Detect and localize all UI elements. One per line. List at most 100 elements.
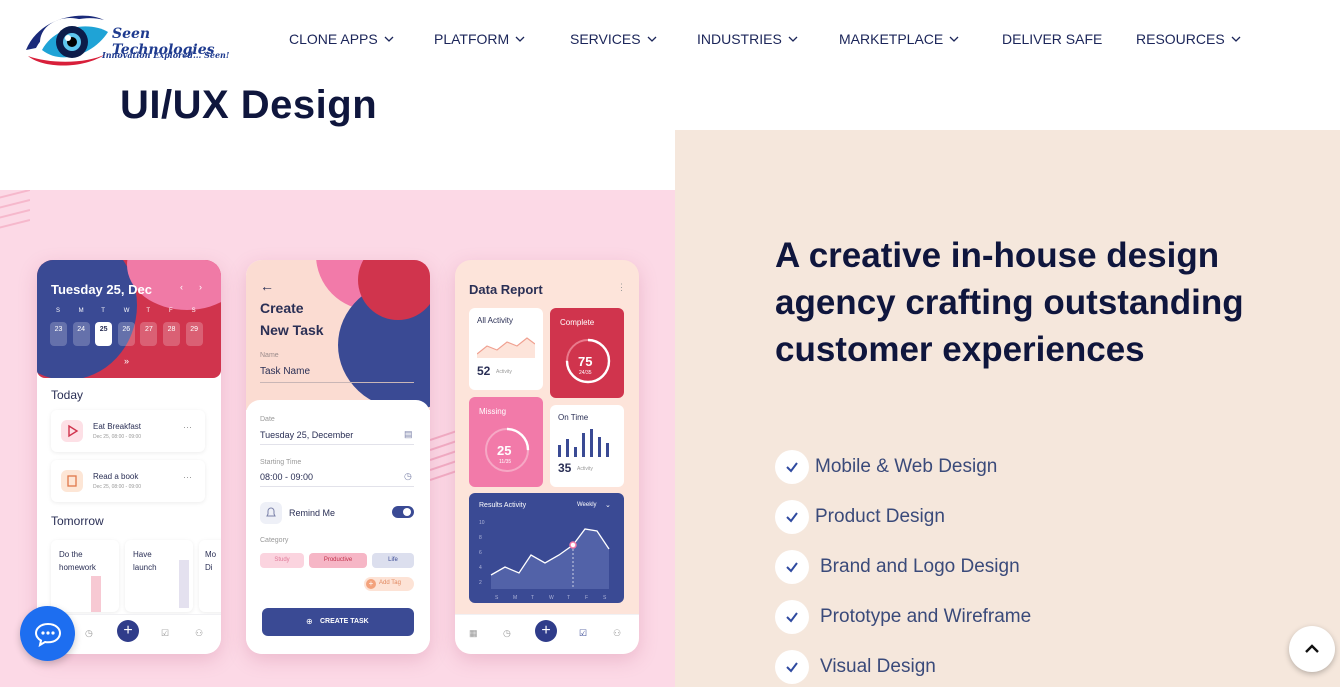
day-cell[interactable]: 29 — [185, 322, 203, 346]
feature-item: Brand and Logo Design — [775, 550, 1020, 584]
create-task-button[interactable]: ⊕ CREATE TASK — [262, 608, 414, 636]
remind-toggle[interactable] — [392, 506, 414, 518]
weekday-row: SMTWTFS — [50, 308, 210, 318]
y-tick: 4 — [479, 565, 482, 571]
nav-label: DELIVER SAFE — [1002, 31, 1103, 47]
complete-value: 75 — [578, 354, 593, 369]
timer-icon[interactable]: ◷ — [503, 628, 511, 639]
feature-item: Prototype and Wireframe — [775, 600, 1031, 634]
day-cell-selected[interactable]: 25 — [95, 322, 113, 346]
complete-card[interactable]: Complete 75 24/35 — [550, 308, 624, 398]
profile-icon[interactable]: ⚇ — [195, 628, 203, 639]
complete-sub: 24/35 — [579, 370, 592, 376]
checklist-icon[interactable]: ☑ — [579, 628, 587, 639]
check-icon — [775, 450, 809, 484]
results-label: Results Activity — [479, 502, 527, 509]
add-tag-button[interactable]: + Add Tag — [364, 577, 414, 591]
all-activity-card[interactable]: All Activity 52 Activity — [469, 308, 543, 390]
category-chip-study[interactable]: Study — [260, 553, 304, 568]
results-activity-card[interactable]: Results Activity Weekly ⌄ 10 8 6 4 2 S M… — [469, 493, 624, 603]
profile-icon[interactable]: ⚇ — [613, 628, 621, 639]
prev-month-icon[interactable]: ‹ — [180, 282, 183, 292]
weekday-label: T — [101, 308, 105, 314]
report-title: Data Report — [469, 282, 543, 297]
day-cell[interactable]: 23 — [50, 322, 67, 346]
check-icon — [775, 650, 809, 684]
name-label: Name — [260, 352, 279, 359]
tomorrow-card[interactable]: Have launch — [125, 540, 193, 612]
task-card[interactable]: Eat Breakfast Dec 25, 08:00 - 09:00 ⋯ — [51, 410, 205, 452]
tomorrow-card-title: Do the homework — [59, 550, 96, 572]
day-cell[interactable]: 27 — [140, 322, 158, 346]
bell-icon — [260, 502, 282, 524]
kebab-menu-icon[interactable]: ⋮ — [617, 282, 626, 293]
timer-icon[interactable]: ◷ — [85, 628, 93, 639]
nav-resources[interactable]: RESOURCES — [1136, 31, 1241, 47]
nav-services[interactable]: SERVICES — [570, 31, 657, 47]
back-arrow-icon[interactable]: ← — [260, 278, 274, 294]
category-chip-productive[interactable]: Productive — [309, 553, 367, 568]
chevron-down-icon — [647, 36, 657, 42]
clock-icon[interactable]: ◷ — [404, 471, 412, 482]
on-time-value: 35 — [558, 461, 572, 475]
more-icon[interactable]: ⋯ — [183, 472, 192, 483]
hero-copy-panel: A creative in-house design agency crafti… — [675, 130, 1340, 687]
calendar-date-title: Tuesday 25, Dec — [51, 282, 152, 297]
nav-label: MARKETPLACE — [839, 31, 944, 47]
phone-mockup-data-report: Data Report ⋮ All Activity 52 Activity C… — [455, 260, 639, 654]
results-period[interactable]: Weekly — [577, 502, 597, 508]
add-icon[interactable]: + — [117, 620, 139, 642]
time-input[interactable]: 08:00 - 09:00 — [260, 472, 313, 482]
chevron-up-icon — [1305, 644, 1319, 653]
grid-icon[interactable]: ▦ — [469, 628, 478, 639]
scroll-to-top-button[interactable] — [1289, 626, 1335, 672]
date-label: Date — [260, 416, 275, 423]
nav-marketplace[interactable]: MARKETPLACE — [839, 31, 959, 47]
weekday-label: S — [56, 308, 61, 314]
all-activity-value: 52 — [477, 364, 491, 378]
next-month-icon[interactable]: › — [199, 282, 202, 292]
plus-icon: + — [366, 579, 376, 589]
hero-headline: A creative in-house design agency crafti… — [775, 236, 1244, 369]
x-tick: S — [495, 595, 499, 601]
name-input[interactable]: Task Name — [260, 366, 310, 377]
tomorrow-card[interactable]: Do the homework — [51, 540, 119, 612]
feature-item: Visual Design — [775, 650, 936, 684]
weekday-label: M — [78, 308, 84, 314]
decor-stripes — [0, 190, 30, 229]
x-tick: T — [531, 595, 534, 601]
task-time: Dec 25, 08:00 - 09:00 — [93, 434, 142, 440]
nav-deliver-safe[interactable]: DELIVER SAFE — [1002, 31, 1102, 47]
category-label: Category — [260, 537, 289, 544]
brand-tagline: Innovation Explored... Seen! — [102, 50, 230, 60]
weekday-label: T — [146, 308, 151, 314]
category-chip-life[interactable]: Life — [372, 553, 414, 568]
expand-chevron-icon[interactable]: » — [124, 356, 129, 366]
tomorrow-label: Tomorrow — [51, 514, 104, 528]
nav-clone-apps[interactable]: CLONE APPS — [289, 31, 394, 47]
day-cell[interactable]: 26 — [117, 322, 135, 346]
chevron-down-icon: ⌄ — [605, 502, 611, 509]
page: Seen Technologies Innovation Explored...… — [0, 0, 1340, 687]
brand-logo[interactable]: Seen Technologies Innovation Explored...… — [22, 6, 237, 72]
date-input[interactable]: Tuesday 25, December — [260, 430, 353, 440]
chevron-down-icon — [949, 36, 959, 42]
missing-card[interactable]: Missing 25 11/35 — [469, 397, 543, 487]
time-label: Starting Time — [260, 459, 302, 466]
calendar-icon[interactable]: ▤ — [404, 429, 413, 440]
chat-button[interactable] — [20, 606, 75, 661]
checklist-icon[interactable]: ☑ — [161, 628, 169, 639]
feature-item: Mobile & Web Design — [775, 450, 997, 484]
plus-circle-icon: ⊕ — [306, 617, 313, 626]
task-card[interactable]: Read a book Dec 25, 08:00 - 09:00 ⋯ — [51, 460, 205, 502]
add-icon[interactable]: + — [535, 620, 557, 642]
task-time: Dec 25, 08:00 - 09:00 — [93, 484, 142, 490]
day-cell[interactable]: 28 — [163, 322, 180, 346]
nav-platform[interactable]: PLATFORM — [434, 31, 525, 47]
tomorrow-card[interactable]: Mo Di — [199, 540, 221, 612]
nav-industries[interactable]: INDUSTRIES — [697, 31, 798, 47]
on-time-card[interactable]: On Time 35 Activity — [550, 405, 624, 487]
day-cell[interactable]: 24 — [72, 322, 90, 346]
chevron-down-icon — [384, 36, 394, 42]
more-icon[interactable]: ⋯ — [183, 422, 192, 433]
